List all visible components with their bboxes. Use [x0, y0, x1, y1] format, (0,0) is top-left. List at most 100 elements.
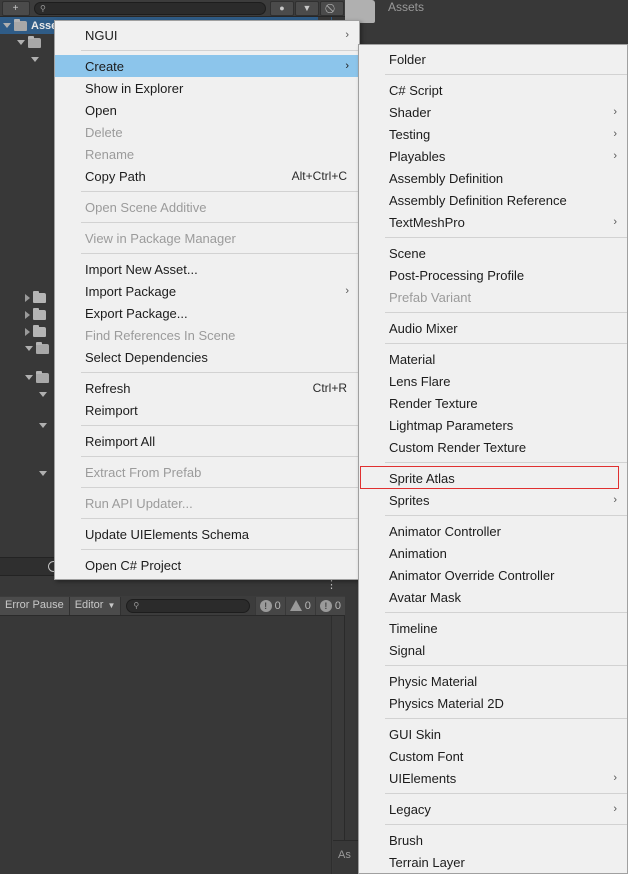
log-count-badge[interactable]: ! 0 [254, 596, 285, 615]
create-item-testing[interactable]: Testing › [359, 123, 627, 145]
menu-item-import-new-asset[interactable]: Import New Asset... [55, 258, 359, 280]
project-search-input[interactable]: ⚲ [34, 1, 266, 15]
create-item-terrain-layer[interactable]: Terrain Layer [359, 851, 627, 873]
chevron-down-icon[interactable] [3, 23, 11, 28]
create-item-animation[interactable]: Animation [359, 542, 627, 564]
create-item-textmeshpro[interactable]: TextMeshPro › [359, 211, 627, 233]
create-item-post-processing-profile[interactable]: Post-Processing Profile [359, 264, 627, 286]
create-item-custom-render-texture[interactable]: Custom Render Texture [359, 436, 627, 458]
chevron-down-icon[interactable] [25, 375, 33, 380]
menu-item-import-package[interactable]: Import Package › [55, 280, 359, 302]
menu-item-ngui[interactable]: NGUI › [55, 24, 359, 46]
menu-item-label: Post-Processing Profile [389, 267, 525, 283]
menu-item-label: Material [389, 351, 436, 367]
create-item-folder[interactable]: Folder [359, 48, 627, 70]
create-item-playables[interactable]: Playables › [359, 145, 627, 167]
kebab-menu-icon[interactable]: ⋮ [326, 580, 337, 591]
chevron-right-icon[interactable] [25, 327, 30, 336]
tree-row[interactable] [36, 465, 50, 482]
create-item-animator-controller[interactable]: Animator Controller [359, 520, 627, 542]
create-item-assembly-definition[interactable]: Assembly Definition [359, 167, 627, 189]
tree-row[interactable] [22, 340, 53, 357]
create-item-gui-skin[interactable]: GUI Skin [359, 723, 627, 745]
menu-item-refresh[interactable]: Refresh Ctrl+R [55, 377, 359, 399]
favorite-icon[interactable]: ● [270, 0, 294, 16]
create-item-sprite-atlas[interactable]: Sprite Atlas [359, 466, 627, 489]
menu-item-label: Testing [389, 126, 431, 142]
tree-row[interactable] [22, 289, 50, 306]
create-item-material[interactable]: Material [359, 348, 627, 370]
menu-item-reimport-all[interactable]: Reimport All [55, 430, 359, 452]
chevron-down-icon[interactable] [39, 423, 47, 428]
create-item-lightmap-parameters[interactable]: Lightmap Parameters [359, 414, 627, 436]
chevron-right-icon[interactable] [25, 310, 30, 319]
console-panel: ⋮ Error Pause Editor ▼ ⚲ ! 0 0 ! 0 [0, 575, 345, 874]
create-item-brush[interactable]: Brush [359, 829, 627, 851]
chevron-right-icon: › [345, 285, 349, 297]
create-item-c-script[interactable]: C# Script [359, 79, 627, 101]
create-item-physic-material[interactable]: Physic Material [359, 670, 627, 692]
chevron-down-icon[interactable] [31, 57, 39, 62]
chevron-right-icon[interactable] [25, 293, 30, 302]
create-item-scene[interactable]: Scene [359, 242, 627, 264]
menu-item-export-package[interactable]: Export Package... [55, 302, 359, 324]
tree-row[interactable] [28, 51, 42, 68]
console-scrollbar[interactable] [331, 616, 344, 874]
create-item-sprites[interactable]: Sprites › [359, 489, 627, 511]
create-item-audio-mixer[interactable]: Audio Mixer [359, 317, 627, 339]
menu-item-label: Update UIElements Schema [85, 526, 250, 542]
menu-item-view-in-package-manager: View in Package Manager [55, 227, 359, 249]
create-item-animator-override-controller[interactable]: Animator Override Controller [359, 564, 627, 586]
create-item-timeline[interactable]: Timeline [359, 617, 627, 639]
tree-row[interactable] [22, 323, 50, 340]
menu-item-select-dependencies[interactable]: Select Dependencies [55, 346, 359, 368]
menu-separator [385, 462, 627, 463]
console-search-input[interactable]: ⚲ [126, 598, 250, 613]
asset-context-menu: NGUI › Create › Show in Explorer Open Delete Re… [54, 20, 360, 580]
create-item-shader[interactable]: Shader › [359, 101, 627, 123]
menu-separator [385, 515, 627, 516]
create-item-signal[interactable]: Signal [359, 639, 627, 661]
create-item-physics-material-2d[interactable]: Physics Material 2D [359, 692, 627, 714]
menu-item-extract-from-prefab: Extract From Prefab [55, 461, 359, 483]
menu-item-open[interactable]: Open [55, 99, 359, 121]
create-dropdown-button[interactable]: + [2, 0, 30, 16]
lock-icon[interactable]: ⃠ [320, 0, 344, 16]
chevron-down-icon[interactable] [25, 346, 33, 351]
chevron-down-icon[interactable] [17, 40, 25, 45]
chevron-down-icon[interactable] [39, 471, 47, 476]
menu-item-label: Run API Updater... [85, 495, 193, 511]
menu-item-show-in-explorer[interactable]: Show in Explorer [55, 77, 359, 99]
menu-item-label: Lens Flare [389, 373, 451, 389]
tree-row[interactable] [22, 369, 53, 386]
menu-item-reimport[interactable]: Reimport [55, 399, 359, 421]
tree-row[interactable] [22, 306, 50, 323]
warning-count-badge[interactable]: 0 [284, 596, 315, 615]
label-icon[interactable]: ▼ [295, 0, 319, 16]
folder-icon [33, 324, 46, 337]
error-pause-label: Error Pause [5, 599, 64, 611]
menu-separator [385, 824, 627, 825]
tree-row[interactable] [14, 34, 45, 51]
create-item-assembly-definition-reference[interactable]: Assembly Definition Reference [359, 189, 627, 211]
editor-dropdown-button[interactable]: Editor ▼ [69, 596, 122, 615]
menu-item-open-c-project[interactable]: Open C# Project [55, 554, 359, 576]
create-item-render-texture[interactable]: Render Texture [359, 392, 627, 414]
create-item-legacy[interactable]: Legacy › [359, 798, 627, 820]
tree-row[interactable] [36, 386, 50, 403]
error-count-badge[interactable]: ! 0 [314, 596, 345, 615]
menu-item-create[interactable]: Create › [55, 55, 359, 77]
create-dropdown-label: + [12, 2, 20, 14]
tree-row[interactable] [36, 417, 50, 434]
create-submenu: Folder C# Script Shader › Testing › Playables ›… [358, 44, 628, 874]
menu-item-update-uielements-schema[interactable]: Update UIElements Schema [55, 523, 359, 545]
chevron-down-icon[interactable] [39, 392, 47, 397]
create-item-avatar-mask[interactable]: Avatar Mask [359, 586, 627, 608]
chevron-right-icon: › [613, 216, 617, 228]
create-item-lens-flare[interactable]: Lens Flare [359, 370, 627, 392]
menu-separator [81, 425, 359, 426]
error-pause-button[interactable]: Error Pause [0, 596, 70, 615]
create-item-custom-font[interactable]: Custom Font [359, 745, 627, 767]
menu-item-copy-path[interactable]: Copy Path Alt+Ctrl+C [55, 165, 359, 187]
create-item-uielements[interactable]: UIElements › [359, 767, 627, 789]
